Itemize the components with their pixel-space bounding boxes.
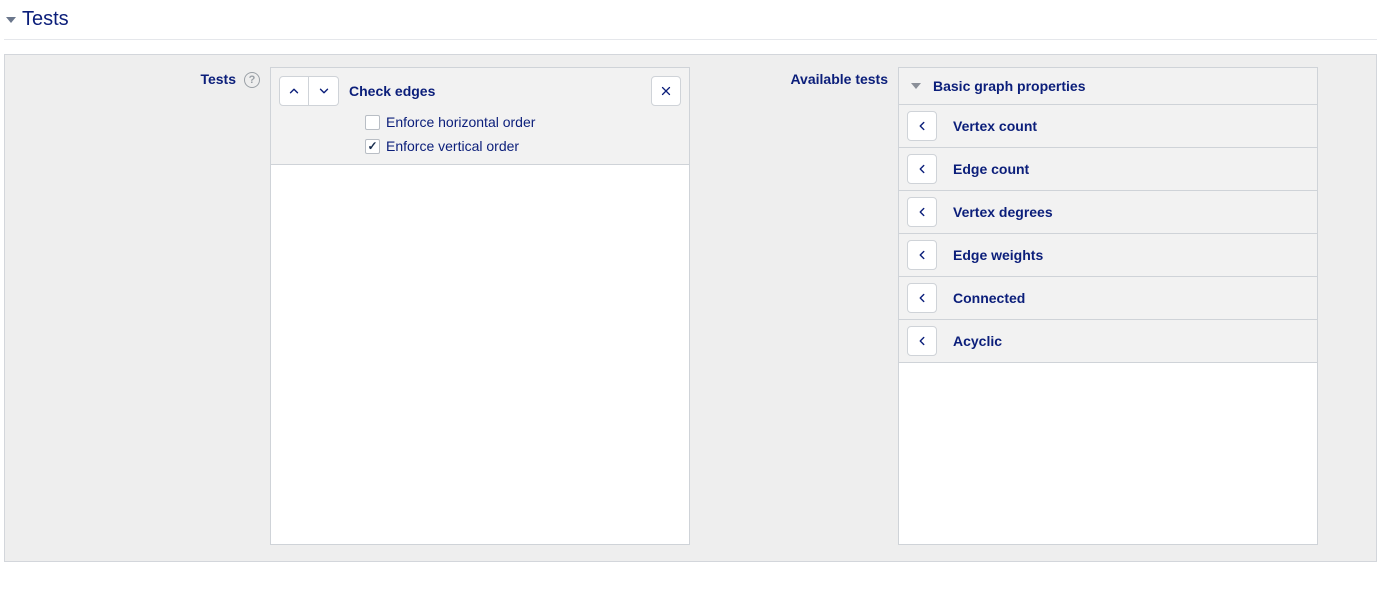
- available-test-edge-weights: Edge weights: [899, 234, 1317, 277]
- available-test-acyclic: Acyclic: [899, 320, 1317, 363]
- selected-test-options: Enforce horizontal order Enforce vertica…: [279, 106, 681, 154]
- add-test-button[interactable]: [907, 111, 937, 141]
- available-group-title: Basic graph properties: [933, 78, 1086, 94]
- remove-test-button[interactable]: [651, 76, 681, 106]
- checkbox-checked-icon: [365, 139, 380, 154]
- selected-test-row: Check edges: [279, 76, 681, 106]
- chevron-left-icon: [915, 334, 929, 348]
- available-tests-label-wrap: Available tests: [700, 67, 888, 547]
- checkbox-unchecked-icon: [365, 115, 380, 130]
- available-test-vertex-count: Vertex count: [899, 105, 1317, 148]
- chevron-left-icon: [915, 162, 929, 176]
- selected-test-item: Check edges Enforce horizontal order Enf…: [271, 68, 689, 165]
- chevron-left-icon: [915, 119, 929, 133]
- add-test-button[interactable]: [907, 326, 937, 356]
- option-enforce-horizontal[interactable]: Enforce horizontal order: [365, 114, 681, 130]
- move-up-button[interactable]: [279, 76, 309, 106]
- close-icon: [659, 84, 673, 98]
- selected-tests-label: Tests: [200, 71, 236, 87]
- available-tests-label: Available tests: [790, 71, 888, 87]
- chevron-left-icon: [915, 248, 929, 262]
- chevron-left-icon: [915, 291, 929, 305]
- available-tests-list: Basic graph properties Vertex count Edge…: [898, 67, 1318, 545]
- option-enforce-vertical[interactable]: Enforce vertical order: [365, 138, 681, 154]
- available-test-label: Vertex count: [953, 118, 1037, 134]
- help-icon[interactable]: ?: [244, 72, 260, 88]
- move-down-button[interactable]: [309, 76, 339, 106]
- selected-test-title: Check edges: [349, 83, 641, 99]
- tests-panel: Tests ? Check edges: [4, 54, 1377, 562]
- available-tests-empty-area: [899, 363, 1317, 544]
- selected-tests-empty-area: [271, 165, 689, 544]
- chevron-up-icon: [287, 84, 301, 98]
- section-title: Tests: [22, 8, 69, 31]
- available-test-label: Edge weights: [953, 247, 1043, 263]
- selected-tests-list: Check edges Enforce horizontal order Enf…: [270, 67, 690, 545]
- available-test-edge-count: Edge count: [899, 148, 1317, 191]
- add-test-button[interactable]: [907, 283, 937, 313]
- chevron-down-icon: [317, 84, 331, 98]
- available-group-header[interactable]: Basic graph properties: [899, 68, 1317, 105]
- available-test-label: Edge count: [953, 161, 1029, 177]
- available-test-label: Connected: [953, 290, 1025, 306]
- collapse-toggle-icon: [6, 17, 16, 23]
- available-test-label: Vertex degrees: [953, 204, 1053, 220]
- selected-tests-label-wrap: Tests ?: [15, 67, 260, 547]
- available-test-vertex-degrees: Vertex degrees: [899, 191, 1317, 234]
- available-test-connected: Connected: [899, 277, 1317, 320]
- available-test-label: Acyclic: [953, 333, 1002, 349]
- add-test-button[interactable]: [907, 240, 937, 270]
- add-test-button[interactable]: [907, 154, 937, 184]
- reorder-buttons: [279, 76, 339, 106]
- add-test-button[interactable]: [907, 197, 937, 227]
- chevron-down-icon: [911, 83, 921, 89]
- chevron-left-icon: [915, 205, 929, 219]
- section-header[interactable]: Tests: [4, 4, 1377, 40]
- option-label: Enforce horizontal order: [386, 114, 535, 130]
- option-label: Enforce vertical order: [386, 138, 519, 154]
